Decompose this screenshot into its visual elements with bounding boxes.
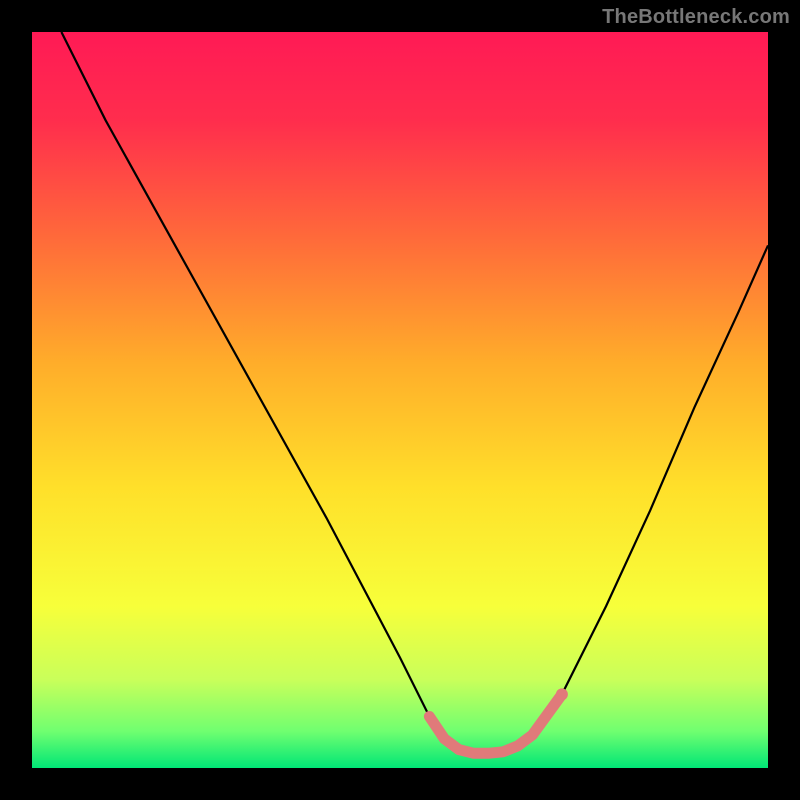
chart-svg	[32, 32, 768, 768]
highlight-dot	[556, 688, 568, 700]
watermark-label: TheBottleneck.com	[602, 6, 790, 29]
chart-container: TheBottleneck.com	[0, 0, 800, 800]
plot-area	[32, 32, 768, 768]
